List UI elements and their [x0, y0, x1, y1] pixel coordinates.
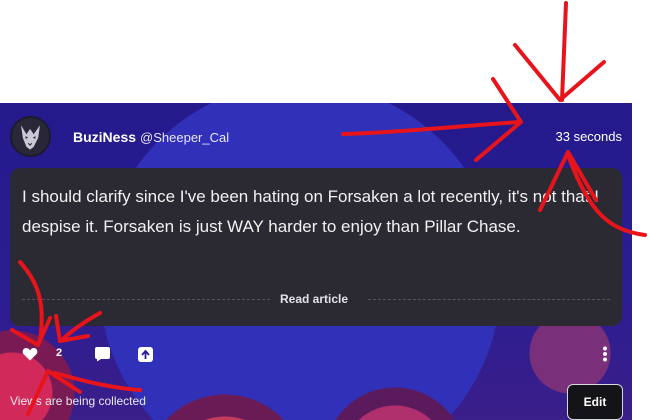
comment-icon[interactable] — [93, 345, 111, 363]
edit-button[interactable]: Edit — [567, 384, 623, 420]
avatar[interactable] — [10, 116, 51, 157]
annotation-arrow-stroke — [560, 1, 568, 102]
post-body: I should clarify since I've been hating … — [22, 187, 599, 236]
author-display-name[interactable]: BuziNess — [73, 129, 136, 145]
annotation-arrow-stroke — [513, 43, 606, 102]
read-article-link[interactable]: Read article — [280, 292, 348, 306]
post-timestamp[interactable]: 33 seconds — [556, 129, 623, 144]
post-header: BuziNess @Sheeper_Cal — [73, 129, 229, 145]
more-vertical-icon[interactable] — [598, 344, 612, 364]
divider — [368, 299, 610, 300]
post-container: BuziNess @Sheeper_Cal 33 seconds I shoul… — [0, 103, 632, 420]
views-status-text: Views are being collected — [10, 394, 146, 408]
share-icon[interactable] — [136, 345, 154, 363]
author-handle[interactable]: @Sheeper_Cal — [140, 130, 229, 145]
like-count: 2 — [56, 347, 63, 359]
post-actions: 2 — [0, 341, 632, 369]
wolf-avatar-icon — [12, 118, 49, 155]
post-card[interactable]: I should clarify since I've been hating … — [10, 168, 622, 326]
divider — [22, 299, 270, 300]
heart-icon[interactable] — [22, 346, 38, 362]
